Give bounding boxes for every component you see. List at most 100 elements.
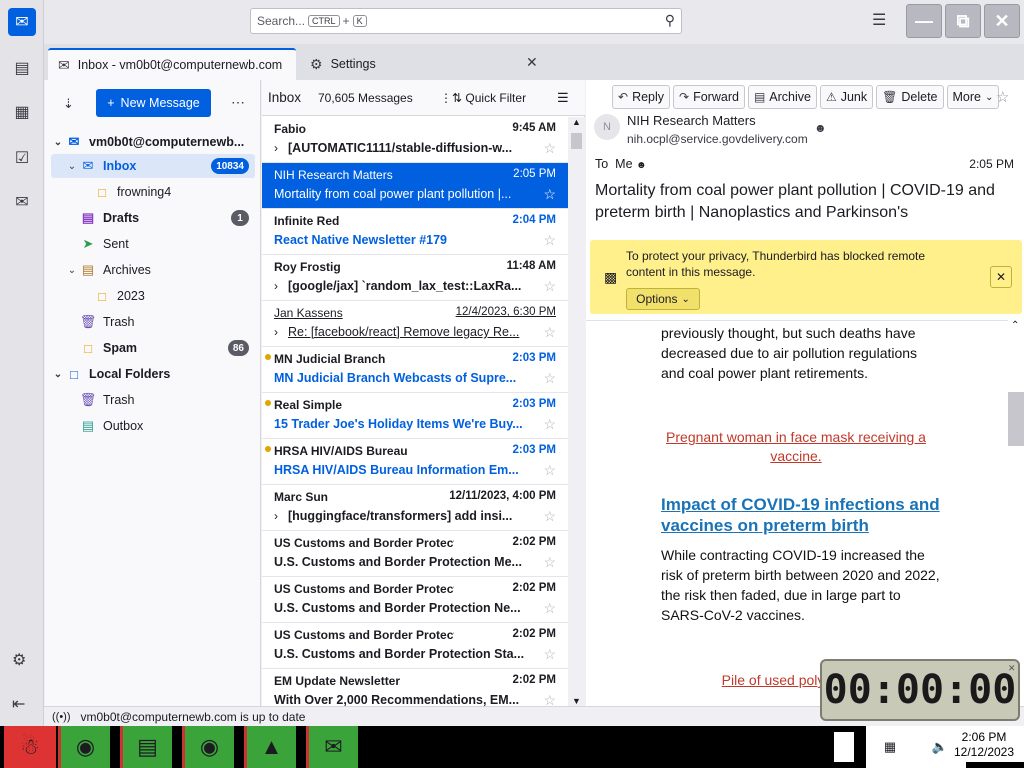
message-row[interactable]: NIH Research Matters 2:05 PM Mortality f… [262,163,568,209]
folder-inbox[interactable]: ⌄ ✉ Inbox 10834 [51,154,255,178]
close-window-button[interactable]: ✕ [984,4,1020,38]
image-alt-link[interactable]: Pregnant woman in face mask receiving a … [646,428,946,466]
stopwatch-overlay[interactable]: 00:00:00 ✕ [820,659,1020,721]
network-icon[interactable]: ▦ [884,739,896,755]
folder-pane-menu-icon[interactable]: ⋯ [231,94,245,111]
star-icon[interactable]: ☆ [543,554,556,571]
tasks-icon[interactable]: ☑ [8,144,36,172]
taskbar-clock[interactable]: 2:06 PM 12/12/2023 [944,726,1024,762]
chevron-down-icon[interactable]: ⌄ [65,161,79,172]
message-row[interactable]: Roy Frostig 11:48 AM [google/jax] `rando… [262,255,568,301]
delete-button[interactable]: 🗑 Delete [876,85,944,109]
minimize-button[interactable]: — [906,4,942,38]
calendar-icon[interactable]: ▦ [8,98,36,126]
scroll-up-icon[interactable]: ▲ [572,117,581,127]
start-button-icon[interactable]: ☃ [4,726,56,768]
message-row[interactable]: HRSA HIV/AIDS Bureau 2:03 PM HRSA HIV/AI… [262,439,568,485]
folder-account[interactable]: ⌄ ✉ vm0b0t@computernewb... [51,130,255,154]
tree-app-icon[interactable]: ▲ [244,726,296,768]
notice-close-button[interactable]: ✕ [990,266,1012,288]
folder-spam[interactable]: □ Spam 86 [51,336,255,360]
more-button[interactable]: More ⌄ [946,85,1000,109]
folder-local-trash[interactable]: 🗑 Trash [51,388,255,412]
thunderbird-icon[interactable]: ✉ [306,726,358,768]
firefox-icon[interactable]: ◉ [58,726,110,768]
archive-button[interactable]: ▤ Archive [747,85,817,109]
folder-trash[interactable]: 🗑 Trash [51,310,255,334]
recipient[interactable]: Me [615,157,632,171]
message-row[interactable]: Marc Sun 12/11/2023, 4:00 PM [huggingfac… [262,485,568,531]
message-row[interactable]: US Customs and Border Protection 2:02 PM… [262,577,568,623]
thread-chevron-icon[interactable]: › [274,279,278,293]
close-tab-icon[interactable]: ✕ [526,54,538,71]
sender-email[interactable]: nih.ocpl@service.govdelivery.com [627,132,808,146]
app-menu-icon[interactable]: ☰ [872,10,886,30]
folder-outbox[interactable]: ▤ Outbox [51,414,255,438]
tab-inbox[interactable]: ✉ Inbox - vm0b0t@computernewb.com [48,48,296,80]
star-icon[interactable]: ☆ [543,646,556,663]
chat-icon[interactable]: ✉ [8,188,36,216]
chevron-down-icon[interactable]: ⌄ [65,265,79,276]
scroll-down-icon[interactable]: ▼ [572,696,581,706]
folder-drafts[interactable]: ▤ Drafts 1 [51,206,255,230]
star-icon[interactable]: ☆ [543,324,556,341]
quick-filter-button[interactable]: ⋮⇅ Quick Filter [440,91,526,105]
mail-icon[interactable]: ✉ [8,8,36,36]
thread-chevron-icon[interactable]: › [274,509,278,523]
folder-2023[interactable]: □ 2023 [51,284,255,308]
recycle-bin-icon[interactable] [834,732,854,762]
thread-chevron-icon[interactable]: › [274,141,278,155]
address-book-icon[interactable]: ▤ [8,54,36,82]
folder-archives[interactable]: ⌄ ▤ Archives [51,258,255,282]
scrollbar-thumb[interactable] [1008,392,1024,446]
message-row[interactable]: MN Judicial Branch 2:03 PM MN Judicial B… [262,347,568,393]
sender-name[interactable]: NIH Research Matters [627,113,756,128]
star-icon[interactable]: ☆ [543,416,556,433]
reply-button[interactable]: ↶ Reply [612,85,671,109]
folder-frowning4[interactable]: □ frowning4 [51,180,255,204]
message-list-scrollbar[interactable]: ▲ ▼ [568,117,585,706]
file-explorer-icon[interactable]: ▤ [120,726,172,768]
chevron-down-icon[interactable]: ⌄ [51,137,65,148]
message-row[interactable]: US Customs and Border Protection 2:02 PM… [262,531,568,577]
message-row[interactable]: Real Simple 2:03 PM 15 Trader Joe's Holi… [262,393,568,439]
list-options-icon[interactable]: ☰ [557,90,569,106]
chrome-icon[interactable]: ◉ [182,726,234,768]
star-icon[interactable]: ☆ [543,600,556,617]
star-icon[interactable]: ☆ [543,278,556,295]
article-heading-link[interactable]: Impact of COVID-19 infections and vaccin… [661,494,941,536]
search-icon[interactable]: ⚲ [665,12,675,29]
settings-gear-icon[interactable]: ⚙ [12,650,26,670]
message-row[interactable]: Fabio 9:45 AM [AUTOMATIC1111/stable-diff… [262,117,568,163]
star-icon[interactable]: ☆ [543,508,556,525]
junk-button[interactable]: ⚠ Junk [819,85,874,109]
star-icon[interactable]: ☆ [543,370,556,387]
folder-local-folders[interactable]: ⌄ □ Local Folders [51,362,255,386]
collapse-spaces-icon[interactable]: ⇤ [12,694,25,714]
close-icon[interactable]: ✕ [1008,661,1015,674]
scroll-up-icon[interactable]: ⌃ [1011,320,1019,331]
message-row[interactable]: Jan Kassens 12/4/2023, 6:30 PM Re: [face… [262,301,568,347]
chevron-down-icon[interactable]: ⌄ [51,369,65,380]
star-icon[interactable]: ☆ [543,140,556,157]
star-icon[interactable]: ☆ [543,232,556,249]
tab-settings[interactable]: ⚙ Settings [300,48,550,80]
contact-icon[interactable]: ☻ [814,121,827,135]
notice-options-button[interactable]: Options ⌄ [626,288,700,310]
message-body-scrollbar[interactable]: ⌃ [1008,320,1024,706]
star-icon[interactable]: ☆ [996,88,1009,106]
new-message-button[interactable]: + New Message [96,89,211,117]
search-box[interactable]: Search... CTRL + K ⚲ [250,8,682,34]
scrollbar-thumb[interactable] [571,133,582,149]
thread-chevron-icon[interactable]: › [274,325,278,339]
star-icon[interactable]: ☆ [543,462,556,479]
get-messages-icon[interactable]: ⇣ [63,96,74,112]
restore-button[interactable]: ⧉ [945,4,981,38]
folder-sent[interactable]: ➤ Sent [51,232,255,256]
star-icon[interactable]: ☆ [543,186,556,203]
message-row[interactable]: Infinite Red 2:04 PM React Native Newsle… [262,209,568,255]
message-row[interactable]: US Customs and Border Protection 2:02 PM… [262,623,568,669]
forward-button[interactable]: ↷ Forward [673,85,745,109]
message-row[interactable]: EM Update Newsletter 2:02 PM With Over 2… [262,669,568,706]
star-icon[interactable]: ☆ [543,692,556,706]
